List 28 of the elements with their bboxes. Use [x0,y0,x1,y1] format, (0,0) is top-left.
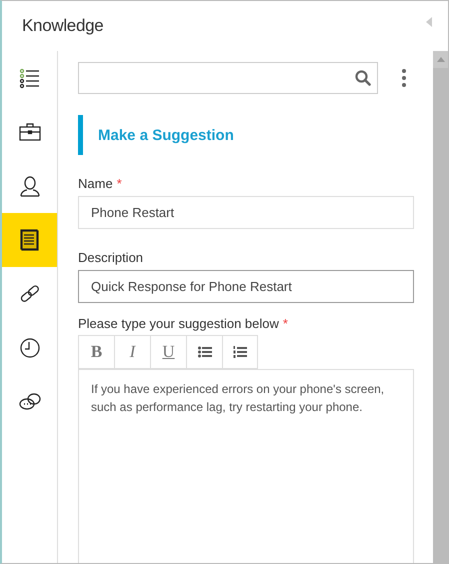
input-field[interactable]: Phone Restart [78,196,414,229]
document-icon[interactable] [18,229,40,251]
section-heading: Make a Suggestion [98,126,234,144]
bold-button[interactable]: B [78,335,114,369]
panel-title: Knowledge [22,16,104,36]
field-label: Name [78,176,113,191]
document-tab[interactable] [2,213,57,267]
person-icon[interactable] [18,175,40,197]
required-mark: * [282,316,288,331]
list-icon[interactable] [18,67,40,89]
clock-icon[interactable] [18,337,40,359]
italic-button[interactable]: I [114,335,150,369]
input-field[interactable]: Quick Response for Phone Restart [78,270,414,303]
required-mark: * [116,176,122,191]
search-icon[interactable] [355,70,371,86]
suggestion-textarea[interactable]: If you have experienced errors on your phone's screen, such as performance lag, try restarting your phone. [78,369,414,563]
numbers-button[interactable] [222,335,258,369]
bullets-button[interactable] [186,335,222,369]
bulleted-list-icon[interactable] [198,346,212,358]
field-label: Description [78,250,144,265]
briefcase-icon[interactable] [18,121,40,143]
search-field[interactable] [78,62,378,94]
numbered-list-icon[interactable] [233,346,247,358]
more-icon[interactable] [401,68,407,88]
field-label: Please type your suggestion below [78,316,279,331]
underline-button[interactable]: U [150,335,186,369]
heading-accent [78,115,83,155]
link-icon[interactable] [18,283,40,305]
